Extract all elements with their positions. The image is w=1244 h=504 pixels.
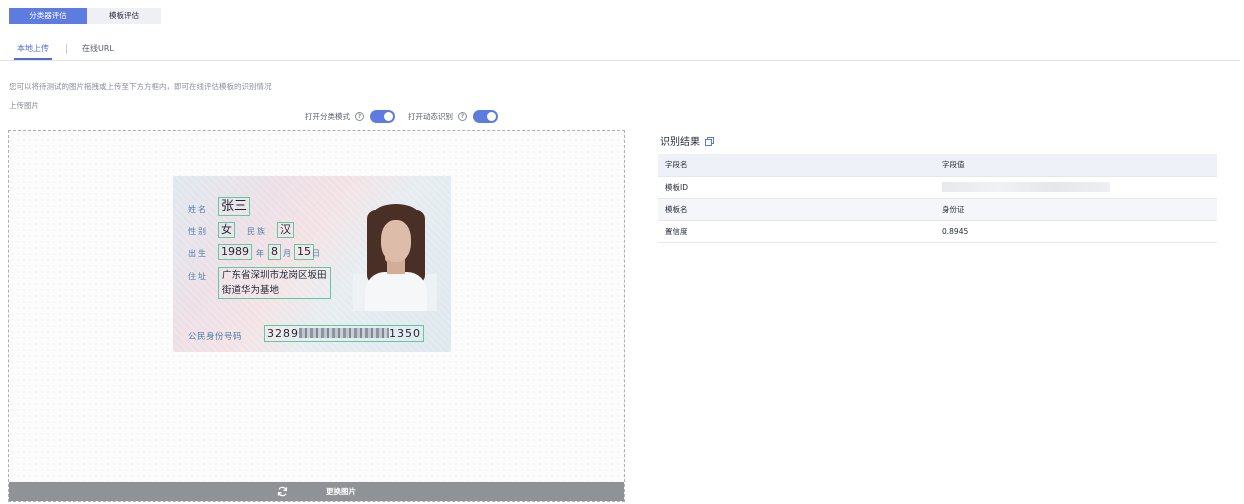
year-unit: 年 — [256, 249, 266, 258]
mode-toggles: 打开分类模式 ? 打开动态识别 ? — [305, 110, 511, 123]
name-label: 姓名 — [188, 205, 208, 214]
table-row: 模板ID — [658, 176, 1217, 199]
ethnicity-detection-box: 汉 — [277, 222, 294, 238]
tab-local-upload[interactable]: 本地上传 — [14, 43, 52, 60]
field-value-cell — [935, 176, 1217, 199]
table-row: 模板名 身份证 — [658, 198, 1217, 221]
classification-mode-label: 打开分类模式 — [305, 112, 350, 121]
field-value-cell: 身份证 — [935, 198, 1217, 221]
dynamic-recognition-toggle-group: 打开动态识别 ? — [408, 110, 498, 123]
dynamic-recognition-label: 打开动态识别 — [408, 112, 453, 121]
field-value-header: 字段值 — [935, 154, 1217, 177]
birth-day-detection-box: 15 — [294, 244, 314, 260]
field-value-cell: 0.8945 — [935, 220, 1217, 243]
ethnicity-label: 民族 — [247, 227, 267, 236]
gender-label: 性别 — [188, 227, 208, 236]
birth-month-detection-box: 8 — [268, 244, 281, 260]
masked-template-id — [942, 182, 1110, 192]
tab-local-upload-label: 本地上传 — [17, 44, 49, 53]
birth-label: 出生 — [188, 249, 208, 258]
active-tab-indicator — [14, 58, 52, 60]
recognition-result-title: 识别结果 — [660, 133, 714, 148]
month-unit: 月 — [283, 249, 293, 258]
replace-image-label: 更换图片 — [326, 487, 356, 496]
tab-template-evaluation[interactable]: 模板评估 — [87, 8, 161, 24]
recognition-result-table: 字段名 字段值 模板ID 模板名 身份证 置信度 0.8945 — [658, 154, 1217, 243]
replace-image-button[interactable]: 更换图片 — [9, 482, 624, 501]
id-number-label: 公民身份号码 — [188, 332, 243, 342]
id-number-masked — [299, 328, 389, 338]
upload-source-tabs: 本地上传 在线URL — [0, 40, 1240, 61]
tab-divider — [66, 44, 67, 54]
portrait-shirt — [365, 272, 427, 311]
id-portrait-photo — [353, 196, 437, 311]
copy-icon[interactable] — [705, 136, 714, 146]
evaluation-type-tabs: 分类器评估 模板评估 — [9, 8, 161, 24]
dynamic-recognition-switch[interactable] — [473, 110, 498, 123]
result-table-header: 字段名 字段值 — [658, 154, 1217, 177]
tab-classifier-evaluation[interactable]: 分类器评估 — [9, 8, 87, 24]
field-name-cell: 模板ID — [658, 176, 935, 199]
classification-mode-toggle-group: 打开分类模式 ? — [305, 110, 395, 123]
address-line-2: 街道华为基地 — [222, 285, 280, 296]
upload-image-label: 上传图片 — [9, 101, 39, 110]
help-icon[interactable]: ? — [355, 112, 364, 121]
recognition-result-title-text: 识别结果 — [660, 137, 700, 148]
uploaded-id-card-image: 姓名 张三 性别 女 民族 汉 出生 1989 年 8 月 15 日 住址 广东… — [173, 176, 451, 352]
address-label: 住址 — [188, 272, 208, 281]
refresh-icon — [277, 486, 288, 497]
field-name-cell: 置信度 — [658, 220, 935, 243]
id-number-end: 1350 — [389, 327, 421, 340]
address-line-1: 广东省深圳市龙岗区坂田 — [222, 270, 327, 281]
tab-online-url[interactable]: 在线URL — [82, 43, 114, 54]
id-number-start: 3289 — [267, 327, 299, 340]
help-icon[interactable]: ? — [458, 112, 467, 121]
birth-year-detection-box: 1989 — [218, 244, 252, 260]
field-name-cell: 模板名 — [658, 198, 935, 221]
upload-hint-text: 您可以将待测试的图片拖拽或上传至下方方框内，即可在线评估模板的识别情况 — [9, 82, 272, 91]
day-unit: 日 — [312, 249, 322, 258]
address-detection-box: 广东省深圳市龙岗区坂田 街道华为基地 — [218, 267, 331, 299]
classification-mode-switch[interactable] — [370, 110, 395, 123]
gender-detection-box: 女 — [218, 222, 235, 238]
id-number-detection-box: 3289 1350 — [264, 325, 424, 342]
table-row: 置信度 0.8945 — [658, 220, 1217, 243]
field-name-header: 字段名 — [658, 154, 935, 177]
portrait-face — [381, 220, 411, 262]
name-detection-box: 张三 — [218, 197, 251, 216]
